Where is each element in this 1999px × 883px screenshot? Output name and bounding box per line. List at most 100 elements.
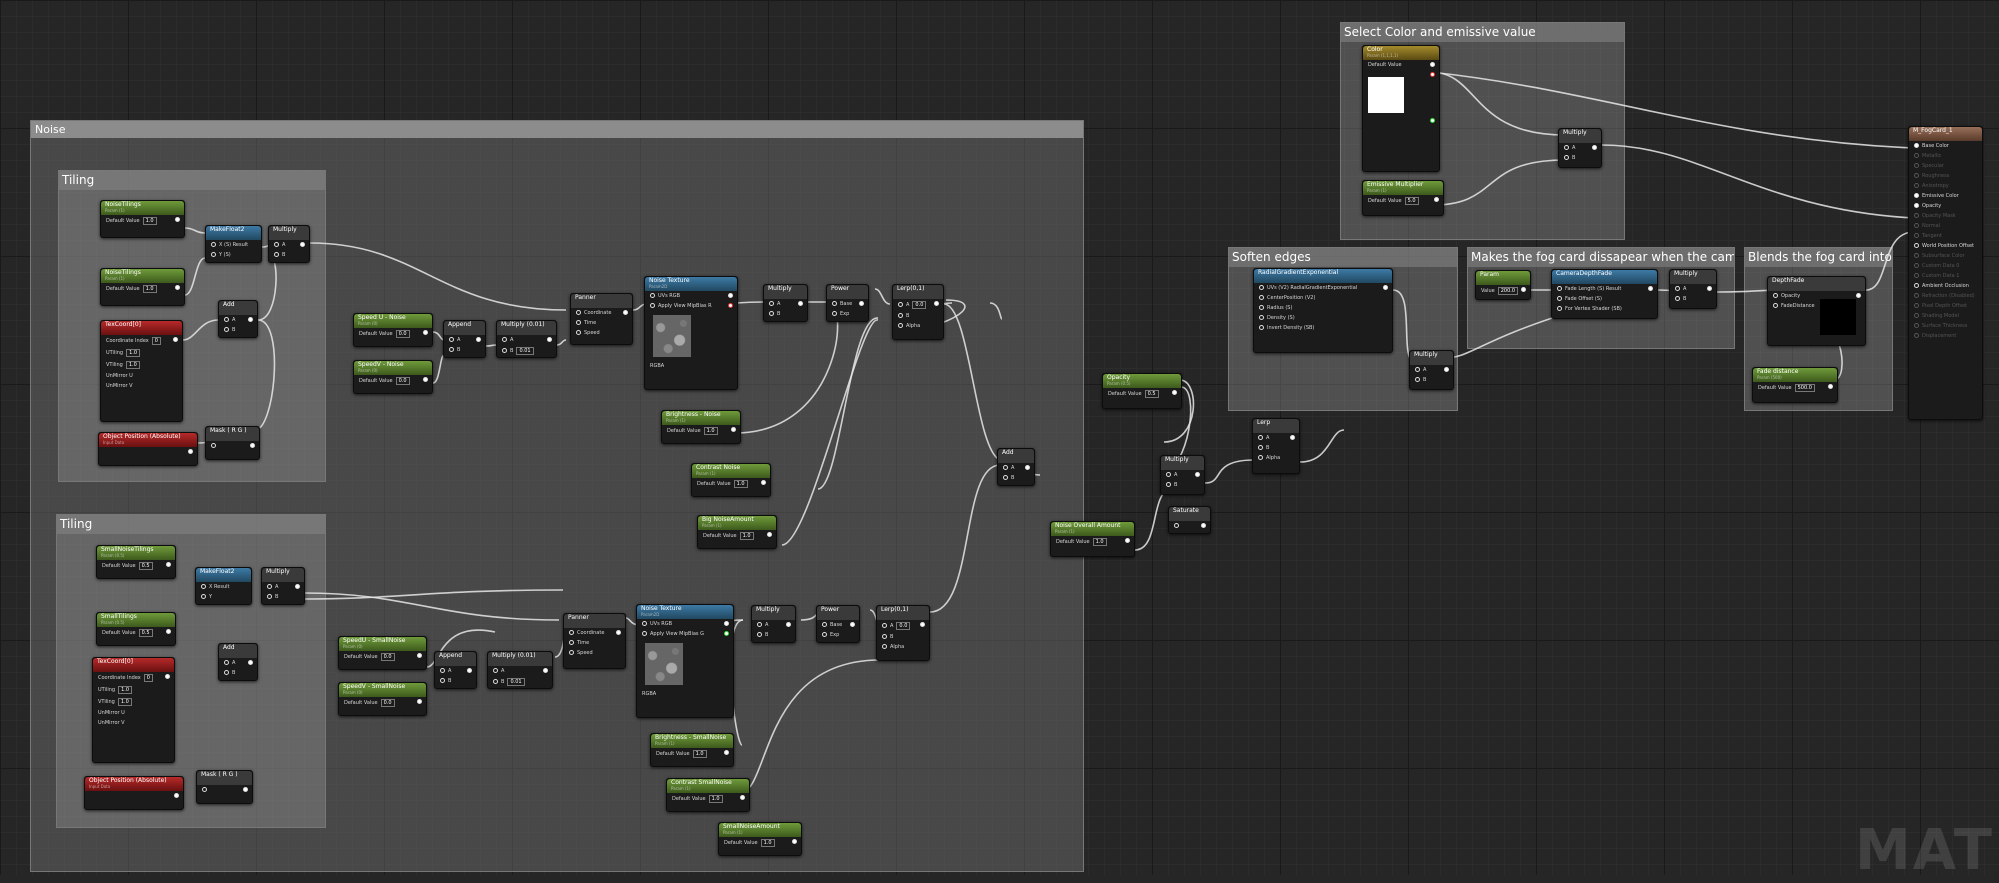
input-pin-icon[interactable]	[493, 679, 498, 684]
node-lerp-small[interactable]: Lerp(0,1) A 0.0 B Alpha	[876, 605, 930, 661]
node-multiply-fog[interactable]: Multiply A B	[1669, 269, 1717, 309]
input-pin-icon[interactable]	[569, 630, 574, 635]
input-pin-icon[interactable]	[642, 631, 647, 636]
input-pin-icon[interactable]	[1259, 295, 1264, 300]
node-small-noise-tilings[interactable]: SmallNoiseTilings Param (0.5) Default Val…	[96, 545, 176, 579]
input-pin-icon[interactable]	[267, 594, 272, 599]
coord-index-field[interactable]: 0	[143, 674, 153, 682]
input-pin-icon[interactable]	[1258, 455, 1263, 460]
a-value-field[interactable]: 0.0	[896, 622, 911, 630]
output-pin-icon[interactable]	[1025, 465, 1030, 470]
node-multiply-small-noise[interactable]: Multiply A B	[751, 605, 796, 643]
output-pin-icon[interactable]	[1434, 197, 1439, 202]
output-pin-icon[interactable]	[798, 301, 803, 306]
output-pin-icon[interactable]	[1290, 435, 1295, 440]
output-pin-icon[interactable]	[248, 317, 253, 322]
input-pin-icon[interactable]	[1174, 523, 1179, 528]
output-pin-icon[interactable]	[792, 839, 797, 844]
node-add-tiling-small[interactable]: Add A B	[218, 643, 258, 681]
input-pin-icon[interactable]	[1166, 482, 1171, 487]
input-pin-icon[interactable]	[502, 337, 507, 342]
input-pin-icon[interactable]	[1003, 465, 1008, 470]
default-value-field[interactable]: 0.5	[138, 562, 153, 570]
input-pin-icon[interactable]	[1557, 286, 1562, 291]
node-speed-u-noise[interactable]: Speed U - Noise Param (0) Default Value 0.…	[353, 313, 433, 347]
input-pin-icon[interactable]	[1914, 153, 1919, 158]
input-pin-icon[interactable]	[769, 301, 774, 306]
input-pin-icon[interactable]	[769, 311, 774, 316]
input-pin-icon[interactable]	[274, 252, 279, 257]
output-pin-icon[interactable]	[1707, 286, 1712, 291]
input-pin-icon[interactable]	[1914, 263, 1919, 268]
output-pin-icon[interactable]	[1383, 285, 1388, 290]
node-speed-v-small-noise[interactable]: SpeedV - SmallNoise Param (0) Default Val…	[338, 682, 427, 716]
utiling-field[interactable]: 1.0	[126, 349, 141, 357]
output-pin-icon[interactable]	[1592, 145, 1597, 150]
node-fade-distance[interactable]: Fade distance Param (500) Default Value 50…	[1752, 367, 1838, 403]
input-pin-icon[interactable]	[1557, 306, 1562, 311]
coord-index-field[interactable]: 0	[151, 337, 161, 345]
default-value-field[interactable]: 0.0	[380, 653, 395, 661]
input-pin-icon[interactable]	[1914, 243, 1919, 248]
node-multiply-001[interactable]: Multiply (0.01) A B 0.01	[496, 320, 557, 358]
node-lerp-main[interactable]: Lerp A B Alpha	[1252, 418, 1300, 474]
input-pin-icon[interactable]	[576, 330, 581, 335]
input-pin-icon[interactable]	[1564, 145, 1569, 150]
b-value-field[interactable]: 0.01	[516, 347, 534, 355]
output-pin-icon[interactable]	[188, 449, 193, 454]
green-output-pin-icon[interactable]	[724, 631, 729, 636]
output-pin-icon[interactable]	[934, 301, 939, 306]
input-pin-icon[interactable]	[1564, 155, 1569, 160]
input-pin-icon[interactable]	[440, 668, 445, 673]
input-pin-icon[interactable]	[757, 622, 762, 627]
input-pin-icon[interactable]	[1914, 213, 1919, 218]
output-pin-icon[interactable]	[476, 337, 481, 342]
output-pin-icon[interactable]	[417, 699, 422, 704]
output-pin-icon[interactable]	[175, 217, 180, 222]
node-contrast-small-noise[interactable]: Contrast SmallNoise Param (1) Default Val…	[666, 778, 750, 812]
input-pin-icon[interactable]	[576, 310, 581, 315]
default-value-field[interactable]: 1.0	[703, 427, 718, 435]
input-pin-icon[interactable]	[1415, 377, 1420, 382]
default-value-field[interactable]: 1.0	[1092, 538, 1107, 546]
input-pin-icon[interactable]	[1258, 435, 1263, 440]
input-pin-icon[interactable]	[224, 660, 229, 665]
output-pin-icon[interactable]	[423, 377, 428, 382]
node-speed-v-noise[interactable]: SpeedV - Noise Param (0) Default Value 0.0	[353, 360, 433, 394]
node-brightness-noise[interactable]: Brightness - Noise Param (1) Default Valu…	[661, 410, 741, 444]
node-small-tilings[interactable]: SmallTilings Param (0.5) Default Value 0.5	[96, 612, 176, 646]
default-value-field[interactable]: 0.0	[395, 330, 410, 338]
node-color[interactable]: Color Param (1,1,1,1) Default Value	[1362, 45, 1440, 172]
input-pin-icon[interactable]	[1259, 305, 1264, 310]
input-pin-icon[interactable]	[650, 303, 655, 308]
output-pin-icon[interactable]	[859, 301, 864, 306]
output-pin-icon[interactable]	[417, 653, 422, 658]
green-output-pin-icon[interactable]	[1430, 118, 1435, 123]
input-pin-icon[interactable]	[1914, 273, 1919, 278]
input-pin-icon[interactable]	[1259, 325, 1264, 330]
output-pin-icon[interactable]	[724, 750, 729, 755]
node-make-float2[interactable]: MakeFloat2 X (S) Result Y (S)	[205, 225, 262, 263]
node-saturate[interactable]: Saturate	[1168, 506, 1211, 534]
input-pin-icon[interactable]	[898, 302, 903, 307]
output-pin-icon[interactable]	[1648, 286, 1653, 291]
input-pin-icon[interactable]	[1914, 333, 1919, 338]
default-value-field[interactable]: 0.5	[138, 629, 153, 637]
default-value-field[interactable]: 1.0	[733, 480, 748, 488]
default-value-field[interactable]: 1.0	[142, 217, 157, 225]
output-pin-icon[interactable]	[1444, 367, 1449, 372]
input-pin-icon[interactable]	[569, 650, 574, 655]
red-output-pin-icon[interactable]	[728, 303, 733, 308]
input-pin-icon[interactable]	[1914, 283, 1919, 288]
input-pin-icon[interactable]	[1415, 367, 1420, 372]
node-panner[interactable]: Panner Coordinate Time Speed	[570, 293, 633, 345]
node-multiply-noise[interactable]: Multiply A B	[763, 284, 808, 322]
output-pin-icon[interactable]	[1430, 62, 1435, 67]
input-pin-icon[interactable]	[1258, 445, 1263, 450]
output-pin-icon[interactable]	[300, 242, 305, 247]
input-pin-icon[interactable]	[1914, 193, 1919, 198]
input-pin-icon[interactable]	[224, 327, 229, 332]
output-pin-icon[interactable]	[1195, 472, 1200, 477]
node-power-small[interactable]: Power Base Exp	[816, 605, 860, 643]
a-value-field[interactable]: 0.0	[912, 301, 927, 309]
